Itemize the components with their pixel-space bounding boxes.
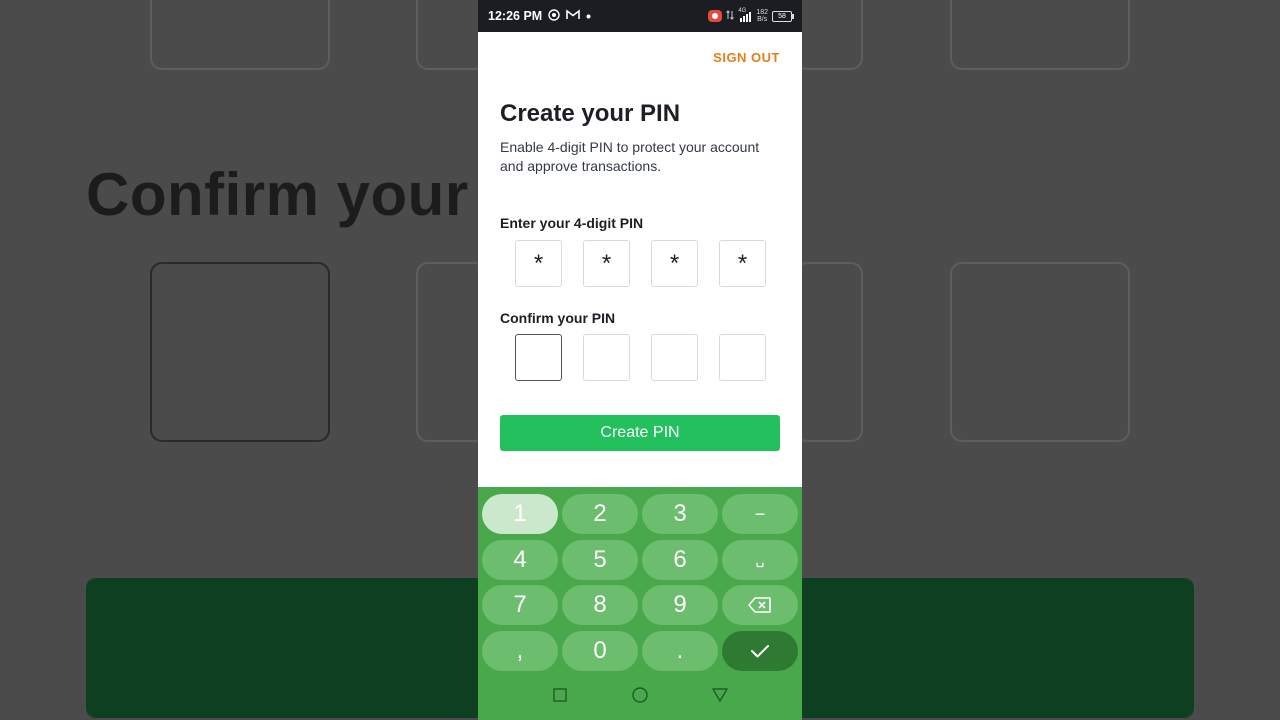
confirm-pin-digit-4[interactable] bbox=[719, 334, 766, 381]
key-done[interactable] bbox=[722, 630, 798, 671]
numeric-keyboard: 1 2 3 − 4 5 6 ␣ 7 8 9 , 0 . bbox=[478, 487, 802, 720]
key-7[interactable]: 7 bbox=[482, 585, 558, 625]
key-period[interactable]: . bbox=[642, 630, 718, 671]
key-0[interactable]: 0 bbox=[562, 630, 638, 671]
key-8[interactable]: 8 bbox=[562, 585, 638, 625]
confirm-pin-label: Confirm your PIN bbox=[500, 310, 616, 326]
key-1[interactable]: 1 bbox=[482, 494, 558, 534]
enter-pin-digit-2[interactable]: * bbox=[583, 240, 630, 287]
square-icon bbox=[553, 687, 567, 707]
enter-pin-digit-1[interactable]: * bbox=[515, 240, 562, 287]
confirm-pin-digit-1[interactable] bbox=[515, 334, 562, 381]
signal-icon: 4G bbox=[738, 8, 752, 22]
home-button[interactable] bbox=[630, 686, 650, 708]
key-2[interactable]: 2 bbox=[562, 494, 638, 534]
notification-dot-icon bbox=[586, 11, 591, 22]
key-space[interactable]: ␣ bbox=[722, 539, 798, 580]
bg-box bbox=[416, 0, 486, 70]
key-6[interactable]: 6 bbox=[642, 539, 718, 580]
status-time: 12:26 PM bbox=[488, 9, 543, 23]
phone-screen: 12:26 PM 4G 182 B/s 58 SIGN OUT Create y… bbox=[478, 0, 802, 720]
key-3[interactable]: 3 bbox=[642, 494, 718, 534]
status-bar: 12:26 PM 4G 182 B/s 58 bbox=[478, 0, 802, 32]
bg-box bbox=[795, 262, 863, 442]
bg-box bbox=[150, 0, 330, 70]
net-speed: 182 B/s bbox=[756, 9, 768, 23]
bg-box bbox=[795, 0, 863, 70]
key-4[interactable]: 4 bbox=[482, 539, 558, 580]
bg-box bbox=[150, 262, 330, 442]
enter-pin-digit-3[interactable]: * bbox=[651, 240, 698, 287]
keyboard-keys: 1 2 3 − 4 5 6 ␣ 7 8 9 , 0 . bbox=[482, 494, 798, 671]
create-pin-button[interactable]: Create PIN bbox=[500, 415, 780, 451]
data-transfer-icon bbox=[726, 9, 735, 23]
triangle-back-icon bbox=[712, 687, 728, 707]
confirm-pin-digit-3[interactable] bbox=[651, 334, 698, 381]
screen-record-icon bbox=[708, 10, 723, 22]
confirm-pin-digit-2[interactable] bbox=[583, 334, 630, 381]
key-backspace[interactable] bbox=[722, 585, 798, 625]
confirm-pin-row bbox=[515, 334, 766, 381]
key-9[interactable]: 9 bbox=[642, 585, 718, 625]
recents-button[interactable] bbox=[550, 687, 570, 707]
page-title: Create your PIN bbox=[500, 100, 681, 127]
enter-pin-row: * * * * bbox=[515, 240, 766, 287]
status-right: 4G 182 B/s 58 bbox=[708, 8, 794, 23]
checkmark-icon bbox=[750, 643, 770, 659]
enter-pin-label: Enter your 4-digit PIN bbox=[500, 215, 644, 231]
bg-box bbox=[950, 0, 1130, 70]
enter-pin-digit-4[interactable]: * bbox=[719, 240, 766, 287]
target-icon bbox=[548, 8, 560, 24]
sign-out-link[interactable]: SIGN OUT bbox=[713, 50, 780, 65]
battery-icon: 58 bbox=[772, 10, 794, 22]
system-nav-bar bbox=[478, 677, 802, 717]
key-5[interactable]: 5 bbox=[562, 539, 638, 580]
key-minus[interactable]: − bbox=[722, 494, 798, 534]
back-button[interactable] bbox=[710, 687, 730, 707]
circle-icon bbox=[632, 686, 648, 708]
page-subtitle: Enable 4-digit PIN to protect your accou… bbox=[500, 139, 760, 174]
gmail-icon bbox=[566, 9, 581, 23]
backspace-icon bbox=[748, 597, 772, 613]
bg-box bbox=[950, 262, 1130, 442]
bg-box bbox=[416, 262, 486, 442]
key-comma[interactable]: , bbox=[482, 630, 558, 671]
